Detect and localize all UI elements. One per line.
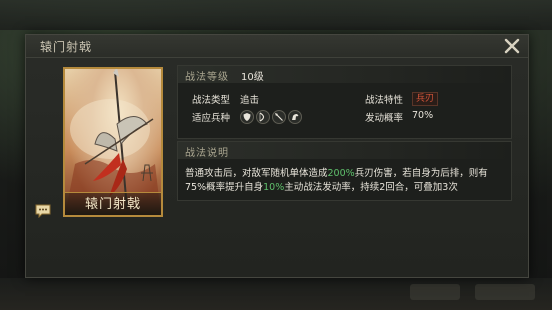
dialog-header: 辕门射戟 [26,35,528,58]
dialog-title: 辕门射戟 [40,40,93,54]
shield-icon [240,110,254,124]
tactic-level-panel: 战法等级 10级 战法类型 追击 战法特性 兵刃 适应兵种 发动概率 70% [177,65,512,139]
background-top-bar [0,0,552,30]
rate-boost-percent: 10% [263,182,285,193]
close-icon [504,38,520,54]
damage-percent: 200% [327,168,355,179]
tactic-detail-dialog: 辕门射戟 辕门射戟 战法等级 10级 战法类型 追击 战法特性 兵刃 适应兵种 … [25,34,529,278]
description-text-part: 普通攻击后，对敌军随机单体造成 [185,168,328,179]
activation-rate-label: 发动概率 [365,113,404,124]
chat-icon[interactable] [35,203,51,219]
tactic-type-value: 追击 [240,95,260,106]
level-section-header: 战法等级 10级 [178,66,511,83]
level-value: 10级 [241,72,264,83]
tactic-card-name-bar: 辕门射戟 [65,192,161,215]
tactic-type-label: 战法类型 [192,95,231,106]
tactic-trait-badge: 兵刃 [412,92,439,106]
tactic-card: 辕门射戟 [63,67,163,217]
troop-types-label: 适应兵种 [192,113,231,124]
tactic-trait-label: 战法特性 [365,95,404,106]
description-text-part: 主动战法发动率，持续2回合，可叠加3次 [284,182,458,193]
background-button [410,284,460,300]
background-bottom-bar [0,278,552,310]
activation-rate-value: 70% [412,110,434,121]
horse-icon [288,110,302,124]
description-section-header: 战法说明 [178,142,511,159]
level-label: 战法等级 [185,72,229,83]
bow-icon [256,110,270,124]
description-label: 战法说明 [185,148,229,159]
tactic-description-panel: 战法说明 普通攻击后，对敌军随机单体造成200%兵刃伤害，若自身为后排，则有75… [177,141,512,201]
tactic-card-name: 辕门射戟 [84,197,141,212]
spear-icon [272,110,286,124]
background-button [475,284,535,300]
close-button[interactable] [502,36,522,56]
tactic-description: 普通攻击后，对敌军随机单体造成200%兵刃伤害，若自身为后排，则有75%概率提升… [185,167,507,195]
